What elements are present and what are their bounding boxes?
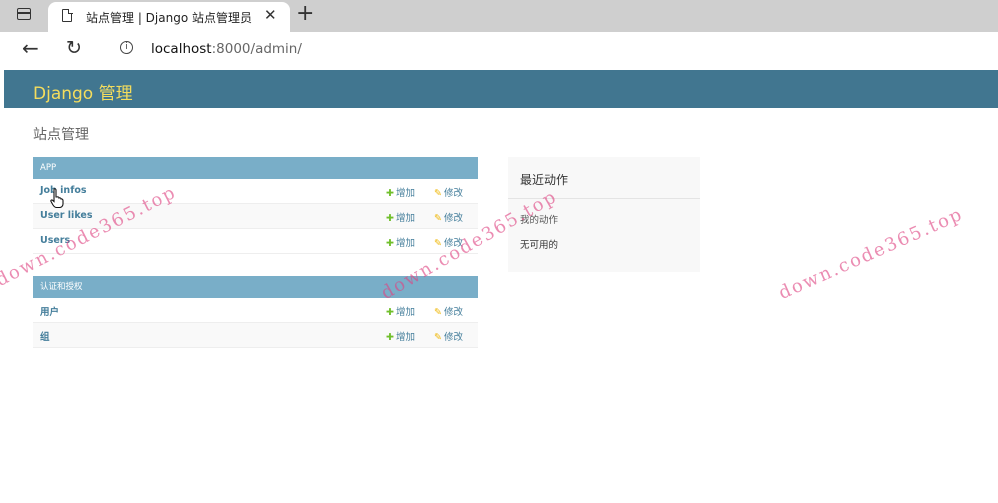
browser-tab-active[interactable]: 站点管理 | Django 站点管理员 ✕ [48, 2, 290, 32]
hand-cursor-icon [50, 188, 64, 208]
add-icon: ✚ [386, 332, 394, 343]
tab-close-icon[interactable]: ✕ [264, 7, 277, 23]
page-viewport: Django 管理 站点管理 APP Job infos ✚ 增加 ✎ 修改 Use… [4, 68, 998, 503]
add-users-cn-link[interactable]: ✚ 增加 [386, 304, 415, 318]
change-label: 修改 [443, 188, 463, 199]
pencil-icon: ✎ [434, 332, 442, 343]
add-label: 增加 [395, 238, 415, 249]
site-brand-link[interactable]: Django 管理 [33, 79, 133, 104]
url-text[interactable]: localhost:8000/admin/ [151, 41, 302, 57]
model-row-users-cn: 用户 ✚ 增加 ✎ 修改 [33, 298, 478, 323]
back-button[interactable]: ← [22, 38, 39, 58]
add-label: 增加 [395, 188, 415, 199]
change-job-infos-link[interactable]: ✎ 修改 [434, 185, 463, 199]
add-label: 增加 [395, 213, 415, 224]
address-bar[interactable]: i localhost:8000/admin/ [104, 34, 998, 64]
change-label: 修改 [443, 332, 463, 343]
browser-tab-bar: 站点管理 | Django 站点管理员 ✕ + [0, 0, 998, 32]
model-row-groups: 组 ✚ 增加 ✎ 修改 [33, 323, 478, 348]
module-caption[interactable]: APP [33, 157, 478, 179]
add-job-infos-link[interactable]: ✚ 增加 [386, 185, 415, 199]
change-label: 修改 [443, 307, 463, 318]
model-link-user-likes[interactable]: User likes [40, 210, 92, 221]
model-link-users-cn[interactable]: 用户 [40, 304, 59, 318]
model-row-job-infos: Job infos ✚ 增加 ✎ 修改 [33, 179, 478, 204]
change-groups-link[interactable]: ✎ 修改 [434, 329, 463, 343]
pencil-icon: ✎ [434, 188, 442, 199]
admin-header: Django 管理 [4, 70, 998, 108]
change-user-likes-link[interactable]: ✎ 修改 [434, 210, 463, 224]
add-icon: ✚ [386, 238, 394, 249]
pencil-icon: ✎ [434, 213, 442, 224]
site-info-icon[interactable]: i [120, 41, 133, 54]
reload-button[interactable]: ↻ [66, 38, 82, 58]
add-groups-link[interactable]: ✚ 增加 [386, 329, 415, 343]
add-users-link[interactable]: ✚ 增加 [386, 235, 415, 249]
add-icon: ✚ [386, 188, 394, 199]
pencil-icon: ✎ [434, 238, 442, 249]
change-users-cn-link[interactable]: ✎ 修改 [434, 304, 463, 318]
new-tab-button[interactable]: + [296, 3, 314, 25]
tab-actions-icon[interactable] [17, 8, 31, 20]
no-actions-text: 无可用的 [520, 240, 559, 251]
add-icon: ✚ [386, 307, 394, 318]
url-path: :8000/admin/ [211, 41, 302, 57]
page-title: 站点管理 [33, 127, 89, 143]
recent-actions-title: 最近动作 [520, 173, 569, 187]
model-link-groups[interactable]: 组 [40, 329, 50, 343]
browser-toolbar: ← ↻ i localhost:8000/admin/ [0, 32, 998, 68]
add-icon: ✚ [386, 213, 394, 224]
page-document-icon [62, 8, 73, 22]
add-label: 增加 [395, 307, 415, 318]
change-label: 修改 [443, 213, 463, 224]
add-user-likes-link[interactable]: ✚ 增加 [386, 210, 415, 224]
tab-title: 站点管理 | Django 站点管理员 [86, 11, 252, 25]
add-label: 增加 [395, 332, 415, 343]
pencil-icon: ✎ [434, 307, 442, 318]
url-host: localhost [151, 41, 212, 57]
